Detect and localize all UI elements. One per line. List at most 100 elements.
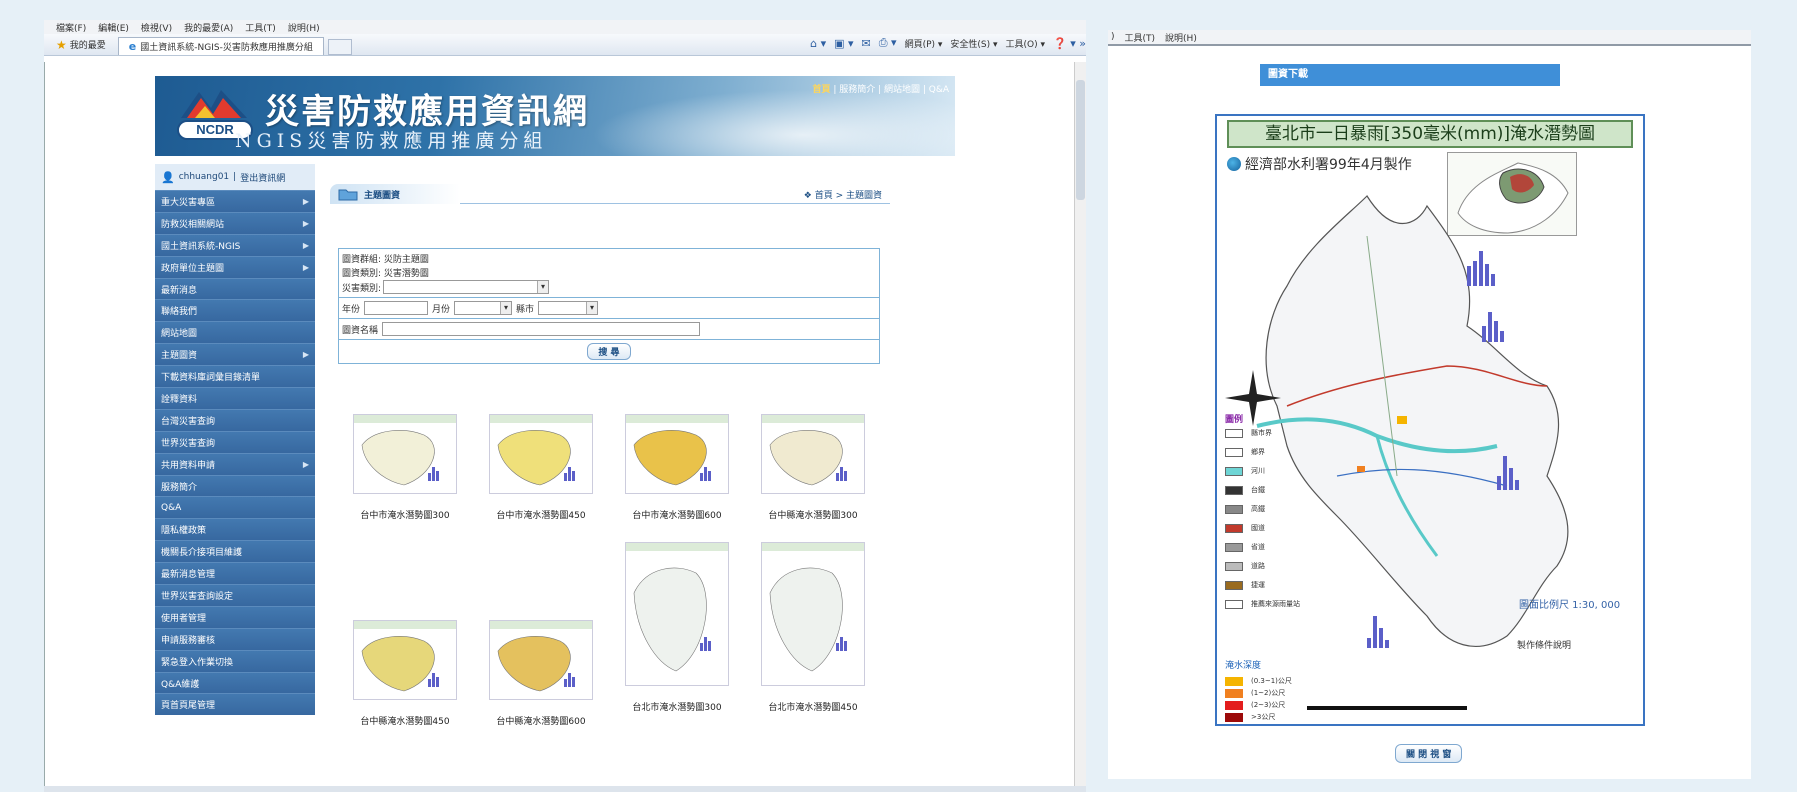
sidebar-item[interactable]: 使用者管理 <box>155 605 315 628</box>
map-drawing <box>1225 195 1569 710</box>
sidebar-item[interactable]: 台灣災害查詢 <box>155 408 315 431</box>
scroll-thumb[interactable] <box>1076 80 1085 200</box>
sidebar-item-label: 共用資料申請 <box>161 460 216 471</box>
popup-menu-help[interactable]: 說明(H) <box>1165 31 1197 44</box>
sidebar-item[interactable]: 聯絡我們 <box>155 299 315 322</box>
sidebar-item[interactable]: 世界災害查詢設定 <box>155 584 315 606</box>
top-link-home[interactable]: 首頁 <box>812 85 830 95</box>
depth-label: (0.3~1)公尺 <box>1251 677 1292 685</box>
sidebar-item[interactable]: 詮釋資料 <box>155 387 315 409</box>
result-card[interactable]: 台中縣淹水潛勢圖450 <box>345 620 465 727</box>
sidebar-item[interactable]: 最新消息 <box>155 277 315 300</box>
menu-favorites[interactable]: 我的最愛(A) <box>184 21 233 34</box>
new-tab-button[interactable] <box>327 38 352 55</box>
month-label: 月份 <box>432 304 451 315</box>
sidebar-menu: 重大災害專區 ▶ 防救災相關網站 ▶ 國土資訊系統-NGIS ▶ 政府單位主題圖 ▶ 最新消息聯… <box>155 190 315 716</box>
top-links-rest[interactable]: | 服務簡介 | 網站地圖 | Q&A <box>830 85 949 95</box>
legend-label: 台鐵 <box>1251 486 1265 494</box>
legend-item: 鄉界 <box>1225 447 1265 457</box>
logout-link[interactable]: 登出資訊網 <box>240 171 285 184</box>
month-select[interactable] <box>454 301 513 315</box>
sidebar-item[interactable]: 下載資料庫詞彙目錄清單 <box>155 365 315 388</box>
sidebar-item[interactable]: Q&A <box>155 496 315 519</box>
sidebar-item[interactable]: Q&A維護 <box>155 671 315 694</box>
browser-tab-active[interactable]: e 國土資訊系統-NGIS-災害防救應用推廣分組 <box>117 37 324 55</box>
menu-edit[interactable]: 編輯(E) <box>98 21 129 34</box>
sidebar-item[interactable]: 最新消息管理 <box>155 562 315 585</box>
sidebar-item[interactable]: 隱私權政策 <box>155 518 315 541</box>
sidebar-item-label: 世界災害查詢 <box>161 438 216 449</box>
result-caption[interactable]: 台中縣淹水潛勢圖600 <box>481 714 601 727</box>
sidebar-item-label: 最新消息 <box>161 285 198 296</box>
map-thumbnail[interactable] <box>761 414 865 494</box>
result-card[interactable]: 台中縣淹水潛勢圖600 <box>481 620 601 727</box>
popup-menu-tools[interactable]: 工具(T) <box>1125 31 1156 44</box>
name-input[interactable] <box>382 322 701 336</box>
result-caption[interactable]: 台北市淹水潛勢圖300 <box>617 700 737 713</box>
sidebar-item[interactable]: 共用資料申請 ▶ <box>155 452 315 475</box>
ie-icon: e <box>128 40 137 53</box>
legend-title: 圖例 <box>1225 415 1244 425</box>
result-card[interactable]: 台北市淹水潛勢圖300 <box>617 542 737 713</box>
result-card[interactable]: 台中縣淹水潛勢圖300 <box>753 414 873 521</box>
menu-file[interactable]: 檔案(F) <box>56 21 86 34</box>
map-thumbnail[interactable] <box>625 542 729 686</box>
tools-menu[interactable]: 工具(O) ▾ <box>1006 37 1046 50</box>
map-thumbnail[interactable] <box>353 414 457 494</box>
favorites-button[interactable]: ★ 我的最愛 <box>44 38 118 52</box>
map-thumbnail[interactable] <box>489 414 593 494</box>
result-caption[interactable]: 台北市淹水潛勢圖450 <box>753 700 873 713</box>
sidebar-item[interactable]: 防救災相關網站 ▶ <box>155 211 315 234</box>
menu-view[interactable]: 檢視(V) <box>141 21 172 34</box>
sidebar-item[interactable]: 世界災害查詢 <box>155 430 315 453</box>
user-icon: 👤 <box>161 170 175 184</box>
search-button[interactable]: 搜 尋 <box>587 343 631 360</box>
map-thumbnail[interactable] <box>353 620 457 700</box>
legend-item: 推薦來源雨量站 <box>1225 599 1300 609</box>
print-icon[interactable]: ⎙ ▾ <box>879 36 897 50</box>
sidebar-item[interactable]: 主題圖資 ▶ <box>155 343 315 366</box>
result-caption[interactable]: 台中市淹水潛勢圖300 <box>345 508 465 521</box>
sidebar-item[interactable]: 申請服務審核 <box>155 627 315 650</box>
sidebar-item[interactable]: 緊急登入作業切換 <box>155 649 315 672</box>
close-window-button[interactable]: 關 閉 視 窗 <box>1395 744 1463 763</box>
legend-item: 高鐵 <box>1225 504 1265 514</box>
hazard-select[interactable] <box>383 280 550 294</box>
sidebar-item[interactable]: 政府單位主題圖 ▶ <box>155 255 315 278</box>
result-caption[interactable]: 台中縣淹水潛勢圖300 <box>753 508 873 521</box>
map-thumbnail[interactable] <box>761 542 865 686</box>
vertical-scrollbar[interactable] <box>1074 62 1086 787</box>
result-card[interactable]: 台中市淹水潛勢圖600 <box>617 414 737 521</box>
safety-menu[interactable]: 安全性(S) ▾ <box>950 37 997 50</box>
legend-item: 河川 <box>1225 466 1265 476</box>
menu-help[interactable]: 說明(H) <box>288 21 320 34</box>
help-icon[interactable]: ❓ ▾ » <box>1053 37 1086 50</box>
sidebar-item[interactable]: 服務簡介 <box>155 474 315 497</box>
result-card[interactable]: 台中市淹水潛勢圖450 <box>481 414 601 521</box>
top-links: 首頁 | 服務簡介 | 網站地圖 | Q&A <box>812 82 949 95</box>
year-input[interactable] <box>364 301 429 315</box>
sidebar-item[interactable]: 頁首頁尾管理 <box>155 693 315 716</box>
result-caption[interactable]: 台中市淹水潛勢圖450 <box>481 508 601 521</box>
sidebar-item[interactable]: 機關長介接項目維護 <box>155 540 315 563</box>
browser-window: 檔案(F) 編輯(E) 檢視(V) 我的最愛(A) 工具(T) 說明(H) ★ … <box>44 20 1086 792</box>
feeds-icon[interactable]: ▣ ▾ <box>834 37 853 50</box>
sidebar-item[interactable]: 國土資訊系統-NGIS ▶ <box>155 233 315 256</box>
legend-swatch <box>1225 580 1243 590</box>
map-thumbnail[interactable] <box>489 620 593 700</box>
breadcrumb: ❖ 首頁 > 主題圖資 <box>804 188 882 201</box>
result-card[interactable]: 台中市淹水潛勢圖300 <box>345 414 465 521</box>
result-card[interactable]: 台北市淹水潛勢圖450 <box>753 542 873 713</box>
menu-tools[interactable]: 工具(T) <box>245 21 276 34</box>
result-caption[interactable]: 台中縣淹水潛勢圖450 <box>345 714 465 727</box>
county-select[interactable] <box>538 301 599 315</box>
hazard-label: 災害類別: <box>342 283 382 294</box>
sidebar-item[interactable]: 網站地圖 <box>155 321 315 344</box>
breadcrumb-text[interactable]: 首頁 > 主題圖資 <box>815 191 882 201</box>
page-menu[interactable]: 網頁(P) ▾ <box>905 37 943 50</box>
home-icon[interactable]: ⌂ ▾ <box>810 37 826 50</box>
mail-icon[interactable]: ✉ <box>862 37 871 50</box>
result-caption[interactable]: 台中市淹水潛勢圖600 <box>617 508 737 521</box>
sidebar-item[interactable]: 重大災害專區 ▶ <box>155 190 315 212</box>
map-thumbnail[interactable] <box>625 414 729 494</box>
